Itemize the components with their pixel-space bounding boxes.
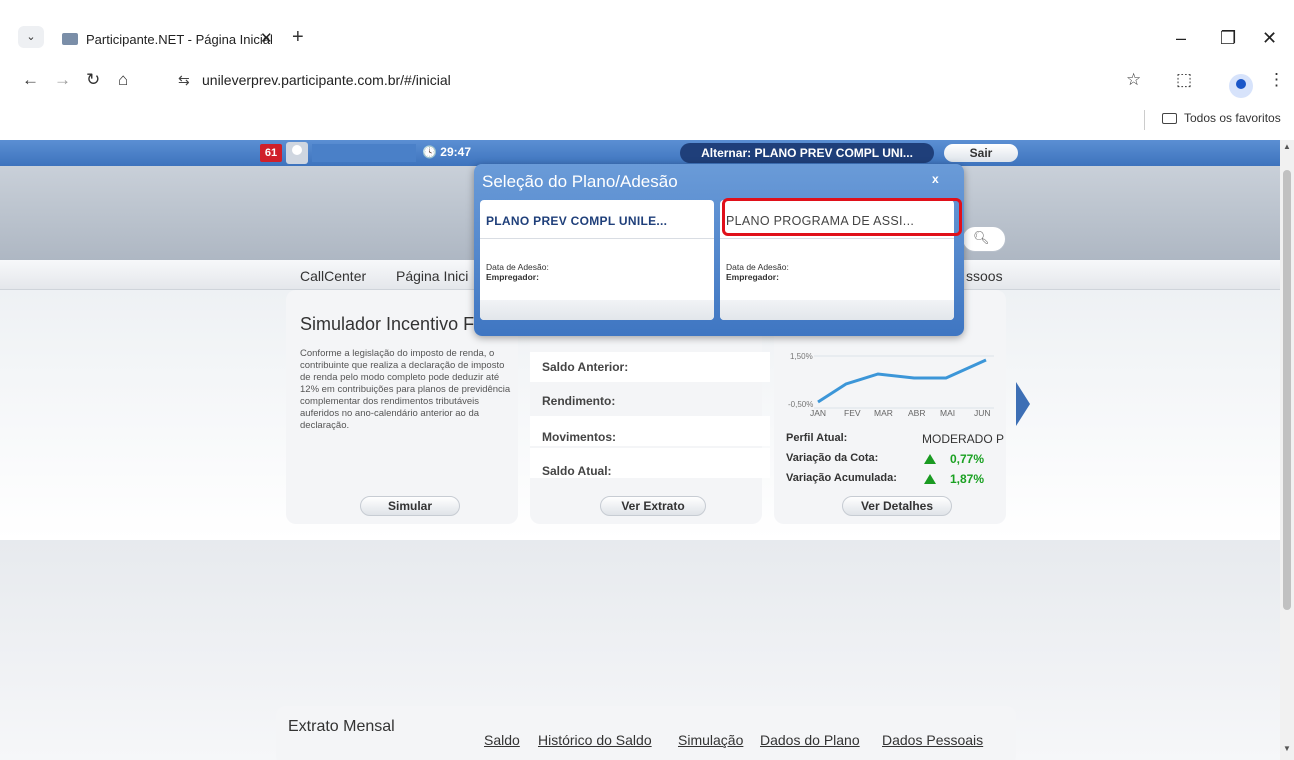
chart-x-label: ABR (908, 408, 926, 418)
tab-close-icon[interactable]: ✕ (260, 29, 273, 47)
address-bar-row: ← → ↻ ⌂ ⇆ unileverprev.participante.com.… (0, 58, 1294, 104)
switch-plan-button[interactable]: Alternar: PLANO PREV COMPL UNI... (680, 143, 934, 163)
plan-card-footer (480, 300, 714, 320)
simulador-text: Conforme a legislação do imposto de rend… (300, 348, 511, 431)
up-arrow-icon (924, 454, 936, 464)
bookmark-star-icon[interactable]: ☆ (1126, 70, 1141, 90)
chart-x-label: JUN (974, 408, 991, 418)
reload-icon[interactable]: ↻ (86, 70, 100, 90)
divider (1144, 110, 1145, 130)
chart-y-label-top: 1,50% (790, 352, 813, 361)
variacao-acum-value: 1,87% (950, 472, 985, 486)
modal-title: Seleção do Plano/Adesão (482, 172, 678, 191)
link-dados-plano[interactable]: Dados do Plano (760, 732, 860, 748)
carousel-next-icon[interactable] (1016, 382, 1030, 426)
logout-button[interactable]: Sair (944, 144, 1018, 162)
browser-tab[interactable]: Participante.NET - Página Inicial ✕ (52, 22, 284, 58)
empregador-label: Empregador: (486, 272, 539, 282)
saldo-atual-label: Saldo Atual: (542, 464, 612, 478)
tab-bar: ⌄ Participante.NET - Página Inicial ✕ + … (0, 10, 1294, 58)
ver-detalhes-button[interactable]: Ver Detalhes (842, 496, 952, 516)
page-scrollbar[interactable]: ▲ ▼ (1280, 140, 1294, 760)
modal-close-icon[interactable]: x (932, 172, 939, 186)
plan-card-footer (720, 300, 954, 320)
scroll-up-icon[interactable]: ▲ (1283, 142, 1291, 151)
plan-card-1[interactable]: PLANO PREV COMPL UNILE... Data de Adesão… (480, 200, 714, 320)
movimentos-label: Movimentos: (542, 430, 617, 444)
chart-x-label: FEV (844, 408, 861, 418)
tab-search-button[interactable]: ⌄ (18, 26, 44, 48)
variacao-cota-label: Variação da Cota: (786, 452, 879, 464)
rendimento-label: Rendimento: (542, 394, 616, 408)
perfil-label: Perfil Atual: (786, 432, 848, 444)
top-status-bar: 61 🕓 29:47 Alternar: PLANO PREV COMPL UN… (0, 140, 1280, 166)
close-window-icon[interactable]: ✕ (1262, 28, 1277, 49)
adesao-label: Data de Adesão: (726, 262, 789, 272)
home-icon[interactable]: ⌂ (118, 70, 128, 90)
ver-extrato-button[interactable]: Ver Extrato (600, 496, 706, 516)
simular-button[interactable]: Simular (360, 496, 460, 516)
search-button[interactable]: 🔍︎ (962, 226, 1006, 252)
link-saldo[interactable]: Saldo (484, 732, 520, 748)
session-timer: 🕓 29:47 (422, 145, 471, 159)
new-tab-button[interactable]: + (292, 26, 304, 49)
plan-name: PLANO PREV COMPL UNILE... (486, 214, 668, 228)
extrato-mensal-title: Extrato Mensal (288, 718, 395, 735)
minimize-icon[interactable]: – (1176, 28, 1186, 49)
link-dados-pessoais[interactable]: Dados Pessoais (882, 732, 983, 748)
chart-line (817, 358, 987, 404)
empregador-label: Empregador: (726, 272, 779, 282)
tab-title: Participante.NET - Página Inicial (86, 32, 273, 47)
browser-chrome: ⌄ Participante.NET - Página Inicial ✕ + … (0, 0, 1294, 140)
search-icon: 🔍︎ (973, 230, 990, 245)
menu-kebab-icon[interactable]: ⋮ (1268, 70, 1285, 90)
variacao-acum-label: Variação Acumulada: (786, 472, 897, 484)
simulador-title: Simulador Incentivo F (300, 314, 475, 334)
forward-icon[interactable]: → (54, 70, 71, 90)
extrato-mensal-panel: Extrato Mensal Saldo Histórico do Saldo … (276, 706, 1016, 760)
site-info-icon[interactable]: ⇆ (178, 72, 190, 89)
folder-icon[interactable] (1162, 113, 1177, 124)
plan-selection-modal: Seleção do Plano/Adesão x PLANO PREV COM… (474, 164, 964, 336)
timer-value: 29:47 (440, 145, 471, 159)
variacao-cota-value: 0,77% (950, 452, 985, 466)
extensions-icon[interactable]: ⬚ (1176, 70, 1192, 90)
back-icon[interactable]: ← (22, 70, 39, 90)
perfil-value: MODERADO P (922, 432, 1005, 446)
divider (480, 238, 714, 239)
scrollbar-thumb[interactable] (1283, 170, 1291, 610)
user-name-redacted (312, 144, 416, 162)
all-bookmarks-label[interactable]: Todos os favoritos (1184, 111, 1281, 125)
page-viewport: 61 🕓 29:47 Alternar: PLANO PREV COMPL UN… (0, 140, 1280, 760)
bookmarks-bar: Todos os favoritos (0, 104, 1294, 140)
menu-callcenter[interactable]: CallCenter (300, 268, 366, 284)
menu-pagina-inicial[interactable]: Página Inici (396, 268, 468, 284)
user-avatar-icon[interactable] (286, 142, 308, 164)
profile-avatar-icon[interactable] (1229, 74, 1253, 98)
divider (720, 238, 954, 239)
restore-icon[interactable]: ❐ (1220, 28, 1236, 49)
notification-badge[interactable]: 61 (260, 144, 282, 162)
chart-x-label: MAI (940, 408, 956, 418)
clock-icon: 🕓 (422, 145, 437, 159)
chart-x-label: MAR (874, 408, 893, 418)
selection-highlight (722, 198, 962, 236)
link-simulacao[interactable]: Simulação (678, 732, 743, 748)
link-historico-saldo[interactable]: Histórico do Saldo (538, 732, 652, 748)
url-text: unileverprev.participante.com.br/#/inici… (202, 72, 451, 88)
scroll-down-icon[interactable]: ▼ (1283, 744, 1291, 753)
url-input[interactable]: ⇆ unileverprev.participante.com.br/#/ini… (170, 64, 1130, 98)
up-arrow-icon (924, 474, 936, 484)
favicon-icon (62, 33, 78, 45)
chart-x-label: JAN (810, 408, 827, 418)
adesao-label: Data de Adesão: (486, 262, 549, 272)
menu-dados-pessoais[interactable]: ssoos (966, 268, 1003, 284)
saldo-anterior-label: Saldo Anterior: (542, 360, 629, 374)
